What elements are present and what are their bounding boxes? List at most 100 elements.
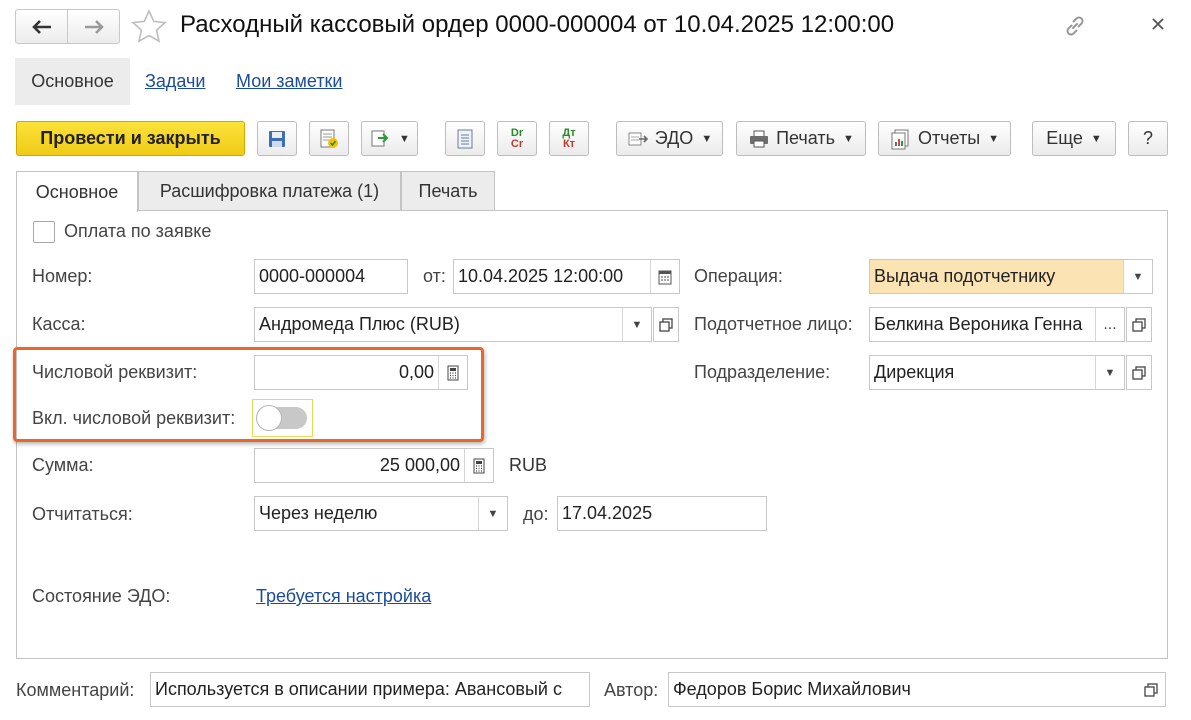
post-button[interactable] — [309, 121, 349, 156]
edo-state-link[interactable]: Требуется настройка — [256, 586, 431, 607]
printer-icon — [750, 130, 769, 147]
date-field[interactable]: 10.04.2025 12:00:00 — [453, 259, 680, 294]
arrow-left-icon — [31, 19, 51, 34]
form-tab-payment-details[interactable]: Расшифровка платежа (1) — [138, 171, 401, 211]
journal-button[interactable] — [445, 121, 485, 156]
calculator-button[interactable] — [464, 449, 493, 482]
post-and-close-button[interactable]: Провести и закрыть — [16, 121, 245, 156]
dr-label: Dr — [510, 126, 524, 139]
toggle-knob — [256, 405, 282, 431]
author-open-button[interactable] — [1137, 673, 1165, 706]
report-until-value: 17.04.2025 — [562, 503, 653, 523]
chevron-down-icon: ▼ — [843, 132, 854, 145]
cr-label: Cr — [510, 137, 524, 150]
operation-select[interactable]: Выдача подотчетнику ▼ — [869, 259, 1153, 294]
calendar-button[interactable] — [650, 260, 679, 293]
report-label: Отчитаться: — [32, 504, 133, 524]
close-button[interactable] — [1150, 16, 1166, 32]
division-open-button[interactable] — [1126, 355, 1152, 390]
chevron-down-icon[interactable]: ▼ — [1123, 260, 1152, 293]
numeric-attr-label: Числовой реквизит: — [32, 362, 198, 382]
number-field[interactable]: 0000-000004 — [254, 259, 408, 294]
dt-kt-button[interactable]: Дт Кт — [549, 121, 589, 156]
pay-by-request-label: Оплата по заявке — [64, 221, 212, 241]
reports-icon — [891, 129, 909, 149]
pay-by-request-checkbox[interactable] — [33, 221, 55, 243]
arrow-right-icon — [84, 19, 104, 34]
chevron-down-icon: ▼ — [701, 132, 713, 145]
division-value: Дирекция — [874, 362, 955, 382]
numeric-toggle-label: Вкл. числовой реквизит: — [32, 408, 236, 428]
kassa-open-button[interactable] — [653, 307, 679, 342]
operation-label: Операция: — [694, 266, 783, 286]
tab-main[interactable]: Основное — [15, 58, 130, 105]
date-label: от: — [423, 266, 446, 286]
author-field[interactable]: Федоров Борис Михайлович — [668, 672, 1166, 707]
number-label: Номер: — [32, 266, 93, 286]
save-button[interactable] — [257, 121, 297, 156]
star-icon — [131, 9, 167, 43]
operation-value: Выдача подотчетнику — [874, 266, 1056, 286]
tab-tasks[interactable]: Задачи — [145, 58, 205, 105]
dt-label: Дт — [562, 126, 576, 139]
tab-notes[interactable]: Мои заметки — [236, 58, 343, 105]
open-icon — [1132, 365, 1146, 380]
print-label: Печать — [776, 128, 836, 148]
kassa-label: Касса: — [32, 314, 86, 334]
form-tab-main[interactable]: Основное — [16, 171, 138, 212]
chevron-down-icon[interactable]: ▼ — [1095, 356, 1124, 389]
back-button[interactable] — [16, 10, 67, 43]
forward-button[interactable] — [67, 10, 119, 43]
calculator-icon — [447, 365, 459, 380]
comment-label: Комментарий: — [16, 680, 135, 700]
more-label: Еще — [1046, 128, 1083, 148]
open-icon — [1132, 317, 1146, 332]
accountable-open-button[interactable] — [1126, 307, 1152, 342]
kassa-select[interactable]: Андромеда Плюс (RUB) ▼ — [254, 307, 652, 342]
author-value: Федоров Борис Михайлович — [673, 679, 911, 699]
open-icon — [1144, 682, 1158, 697]
author-label: Автор: — [604, 680, 659, 700]
report-until-field[interactable]: 17.04.2025 — [557, 496, 767, 531]
help-button[interactable]: ? — [1128, 121, 1168, 156]
chevron-down-icon[interactable]: ▼ — [622, 308, 651, 341]
more-button[interactable]: Еще ▼ — [1032, 121, 1116, 156]
report-select[interactable]: Через неделю ▼ — [254, 496, 508, 531]
numeric-attr-field[interactable]: 0,00 — [254, 355, 468, 390]
create-based-on-button[interactable]: ▼ — [361, 121, 418, 156]
number-value: 0000-000004 — [259, 266, 366, 286]
report-until-label: до: — [523, 504, 549, 524]
select-more-button[interactable]: ... — [1095, 308, 1124, 341]
list-icon — [457, 129, 473, 148]
kassa-value: Андромеда Плюс (RUB) — [259, 314, 460, 334]
division-label: Подразделение: — [694, 362, 831, 382]
comment-field[interactable]: Используется в описании примера: Авансов… — [150, 672, 590, 707]
chevron-down-icon: ▼ — [399, 132, 410, 145]
calendar-icon — [658, 270, 672, 284]
chevron-down-icon[interactable]: ▼ — [478, 497, 507, 530]
report-value: Через неделю — [259, 503, 378, 523]
calculator-icon — [473, 458, 485, 473]
chevron-down-icon: ▼ — [988, 132, 1000, 145]
numeric-toggle-switch[interactable] — [256, 405, 307, 431]
close-icon — [1152, 18, 1164, 30]
print-button[interactable]: Печать ▼ — [736, 121, 866, 156]
accountable-field[interactable]: Белкина Вероника Генна ... — [869, 307, 1125, 342]
link-button[interactable] — [1063, 14, 1087, 38]
create-based-on-icon — [371, 130, 389, 146]
edo-state-label: Состояние ЭДО: — [32, 586, 171, 606]
save-icon — [269, 130, 285, 147]
calculator-button[interactable] — [438, 356, 467, 389]
favorite-star-button[interactable] — [131, 9, 167, 43]
edo-button[interactable]: ЭДО ▼ — [616, 121, 723, 156]
open-icon — [659, 317, 673, 332]
chevron-down-icon: ▼ — [1090, 132, 1102, 145]
division-select[interactable]: Дирекция ▼ — [869, 355, 1125, 390]
post-document-icon — [320, 129, 338, 148]
sum-field[interactable]: 25 000,00 — [254, 448, 494, 483]
accountable-label: Подотчетное лицо: — [694, 314, 853, 334]
form-tab-print[interactable]: Печать — [401, 171, 495, 211]
reports-button[interactable]: Отчеты ▼ — [878, 121, 1011, 156]
page-title: Расходный кассовый ордер 0000-000004 от … — [180, 11, 895, 38]
dr-cr-button[interactable]: Dr Cr — [497, 121, 537, 156]
